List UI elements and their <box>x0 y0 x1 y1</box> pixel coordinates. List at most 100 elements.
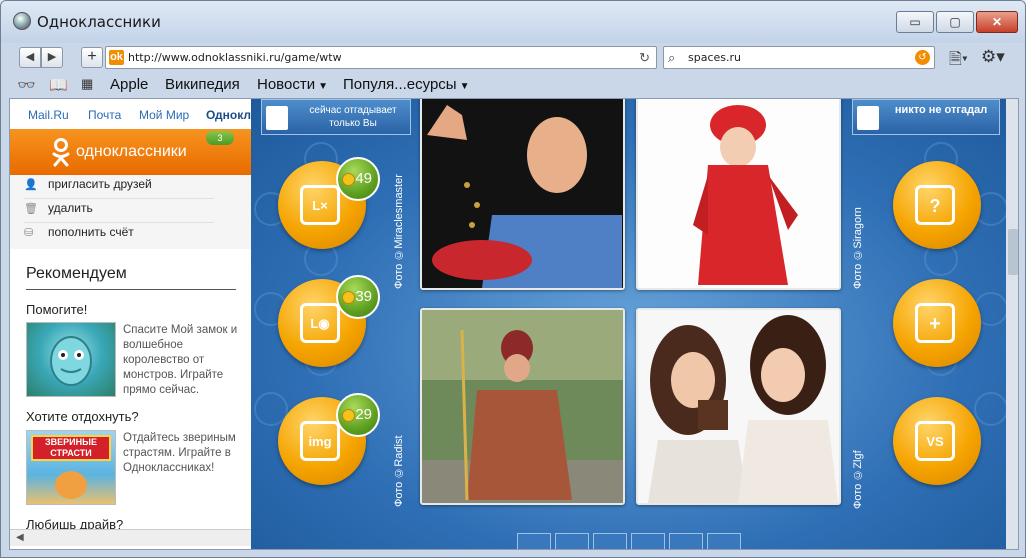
address-bar[interactable]: ok http://www.odnoklassniki.ru/game/wtw … <box>105 46 657 69</box>
add-person-button[interactable]: + <box>893 279 981 367</box>
search-go-icon[interactable]: ↺ <box>915 50 930 65</box>
game-heading[interactable]: Помогите! <box>26 302 87 317</box>
site-favicon-icon: ok <box>109 50 124 65</box>
ok-logo-icon <box>52 138 70 167</box>
bookmark-apple[interactable]: Apple <box>110 76 148 93</box>
photo-credit: Фото ©Zlgf <box>852 450 864 509</box>
sidebar: Mail.Ru Почта Мой Мир Одноклассники одно… <box>10 99 299 549</box>
remove-photo-icon: L× <box>300 185 340 225</box>
right-player-status: никто не отгадал <box>852 99 1000 135</box>
man-with-coins-photo <box>422 99 623 288</box>
minimize-button[interactable]: ▭ <box>896 11 934 33</box>
vertical-scrollbar[interactable] <box>1006 99 1018 549</box>
photo-card[interactable] <box>636 99 841 290</box>
gear-icon[interactable]: ⚙▾ <box>981 47 1005 67</box>
page-menu-icon[interactable]: 🗎▾ <box>949 48 968 75</box>
pager-slot[interactable] <box>555 533 589 549</box>
reload-icon[interactable]: ↻ <box>639 50 650 66</box>
price-badge: 49 <box>336 157 380 201</box>
menu-label: пригласить друзей <box>48 177 152 191</box>
question-person-icon: ? <box>915 185 955 225</box>
url-text[interactable]: http://www.odnoklassniki.ru/game/wtw <box>128 51 342 64</box>
price-value: 49 <box>355 170 372 187</box>
coin-icon <box>342 409 355 422</box>
grid-icon[interactable]: ▦ <box>81 76 93 92</box>
bookmark-news[interactable]: Новости ▼ <box>257 76 328 93</box>
coin-icon <box>342 291 355 304</box>
menu-top-up[interactable]: ⛁ пополнить счёт <box>24 225 214 247</box>
bookmark-wikipedia[interactable]: Википедия <box>165 76 240 93</box>
bookmark-news-label: Новости <box>257 76 316 93</box>
photo-credit: Фото ©Radist <box>393 435 405 507</box>
price-badge: 29 <box>336 393 380 437</box>
photo-card[interactable] <box>420 308 625 505</box>
book-icon[interactable]: 📖 <box>49 76 68 94</box>
menu-invite-friends[interactable]: 👤 пригласить друзей <box>24 177 214 199</box>
close-button[interactable]: ✕ <box>976 11 1018 33</box>
game-thumbnail[interactable]: ЗВЕРИНЫЕ СТРАСТИ <box>26 430 116 505</box>
maximize-button[interactable]: ▢ <box>936 11 974 33</box>
game-thumbnail[interactable] <box>26 322 116 397</box>
add-person-icon: + <box>915 303 955 343</box>
pager-slot[interactable] <box>707 533 741 549</box>
remove-photo-button[interactable]: L× 49 <box>278 157 380 249</box>
image-hint-button[interactable]: img 29 <box>278 393 380 485</box>
reveal-photo-button[interactable]: L◉ 39 <box>278 275 380 367</box>
trash-icon: 🗑 <box>24 203 38 215</box>
status-text: сейчас отгадывает только Вы <box>309 105 397 129</box>
bookmark-popular[interactable]: Популя...есурсы ▼ <box>343 76 470 93</box>
pager-slot[interactable] <box>593 533 627 549</box>
chevron-down-icon: ▼ <box>318 81 328 92</box>
scroll-thumb[interactable] <box>1008 229 1018 275</box>
page-content: Mail.Ru Почта Мой Мир Одноклассники одно… <box>9 98 1019 550</box>
left-player-status: сейчас отгадывает только Вы <box>261 99 411 135</box>
photo-credit: Фото ©Siragorn <box>852 207 864 289</box>
back-button[interactable]: ◀ <box>19 47 41 68</box>
game-heading[interactable]: Хотите отдохнуть? <box>26 409 139 424</box>
pager-slot[interactable] <box>669 533 703 549</box>
new-tab-button[interactable]: + <box>81 47 103 68</box>
link-mailru[interactable]: Mail.Ru <box>28 108 69 122</box>
title-bar: Одноклассники ▭ ▢ ✕ <box>1 1 1025 43</box>
price-value: 29 <box>355 406 372 423</box>
forward-button[interactable]: ▶ <box>41 47 63 68</box>
horizontal-scrollbar[interactable]: ◀ <box>10 529 251 546</box>
chevron-down-icon: ▼ <box>459 81 470 92</box>
pager-slot[interactable] <box>517 533 551 549</box>
search-field[interactable]: ⌕ spaces.ru ↺ <box>663 46 935 69</box>
coin-icon <box>342 173 355 186</box>
versus-button[interactable]: VS <box>893 397 981 485</box>
menu-label: удалить <box>48 201 93 215</box>
girl-red-coat-photo <box>638 99 839 288</box>
browser-window: Одноклассники ▭ ▢ ✕ ◀ ▶ + ok http://www.… <box>0 0 1026 558</box>
avatar-placeholder-icon <box>857 106 879 130</box>
link-moy-mir[interactable]: Мой Мир <box>139 108 189 122</box>
notification-badge[interactable]: 3 <box>206 131 234 145</box>
recommend-title: Рекомендуем <box>26 265 127 282</box>
reveal-photo-icon: L◉ <box>300 303 340 343</box>
scroll-left-icon[interactable]: ◀ <box>16 532 24 543</box>
link-pochta[interactable]: Почта <box>88 108 121 122</box>
window-title: Одноклассники <box>37 13 161 31</box>
glasses-icon[interactable]: 👓 <box>17 76 36 94</box>
monster-illustration <box>50 336 92 386</box>
avatar-placeholder-icon <box>266 106 288 130</box>
ok-brand-name: одноклассники <box>76 143 187 160</box>
game-area: сейчас отгадывает только Вы никто не отг… <box>251 99 1018 549</box>
photo-card[interactable] <box>636 308 841 505</box>
pager-slot[interactable] <box>631 533 665 549</box>
photo-card[interactable] <box>420 99 625 290</box>
game-description: Спасите Мой замок и волшебное королевств… <box>123 324 238 396</box>
browser-logo-icon <box>13 12 31 30</box>
ok-banner[interactable]: одноклассники 3 <box>10 129 251 175</box>
price-badge: 39 <box>336 275 380 319</box>
versus-icon: VS <box>915 421 955 461</box>
menu-delete[interactable]: 🗑 удалить <box>24 201 214 223</box>
guess-person-button[interactable]: ? <box>893 161 981 249</box>
game-description: Отдайтесь звериным страстям. Играйте в О… <box>123 432 236 474</box>
menu-label: пополнить счёт <box>48 225 134 239</box>
search-input[interactable]: spaces.ru <box>688 51 741 64</box>
price-value: 39 <box>355 288 372 305</box>
coins-icon: ⛁ <box>24 227 34 239</box>
navigation-toolbar: ◀ ▶ + ok http://www.odnoklassniki.ru/gam… <box>9 43 1021 73</box>
